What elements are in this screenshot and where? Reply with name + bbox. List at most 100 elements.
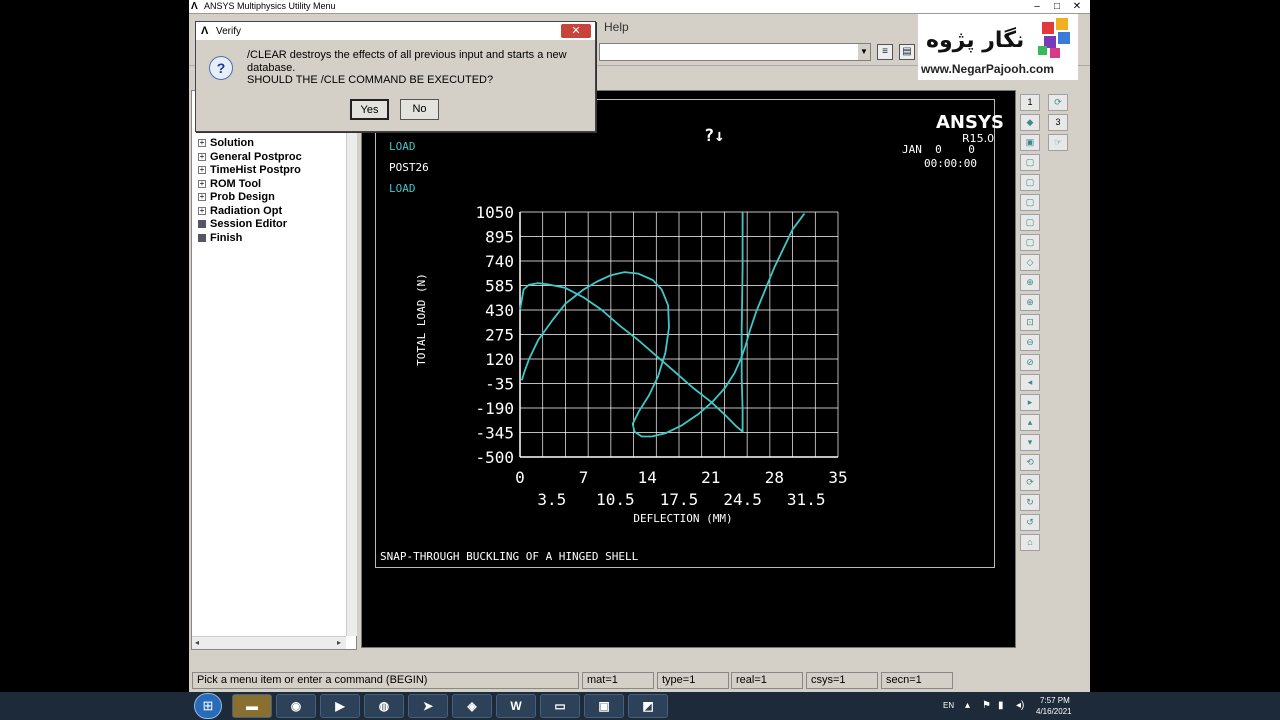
telegram-icon[interactable]: ➤ bbox=[408, 694, 448, 718]
pan-up-icon[interactable]: ▴ bbox=[1020, 414, 1040, 431]
word-icon[interactable]: W bbox=[496, 694, 536, 718]
watermark-brand: نگار پژوه bbox=[926, 28, 1025, 53]
tree-item-solution[interactable]: + Solution bbox=[198, 137, 302, 151]
graphics-window[interactable]: ANSYS R15.0 LOAD POST26 LOAD JAN 0 0 00:… bbox=[361, 90, 1016, 648]
view-left-icon[interactable]: ▢ bbox=[1020, 194, 1040, 211]
maximize-button[interactable]: □ bbox=[1047, 0, 1067, 13]
rotate-y-icon[interactable]: ⟳ bbox=[1020, 474, 1040, 491]
tree-item-label: Prob Design bbox=[210, 191, 275, 203]
start-button[interactable]: ⊞ bbox=[194, 693, 222, 719]
tree-item-label: Finish bbox=[210, 231, 243, 244]
scroll-left-icon[interactable]: ◂ bbox=[195, 638, 199, 647]
ansys-app-icon: Λ bbox=[201, 25, 209, 37]
ansys-app-icon: Λ bbox=[191, 1, 198, 12]
x-tick-label: 31.5 bbox=[787, 490, 826, 509]
x-tick-label: 28 bbox=[765, 468, 784, 487]
view-back-icon[interactable]: ▢ bbox=[1020, 234, 1040, 251]
tray-arrow-icon[interactable]: ▴ bbox=[965, 700, 970, 711]
tree-item-session-editor[interactable]: Session Editor bbox=[198, 218, 302, 232]
y-tick-label: -500 bbox=[475, 448, 514, 467]
dialog-message-line: SHOULD THE /CLE COMMAND BE EXECUTED? bbox=[247, 74, 494, 86]
plus-box-icon: + bbox=[198, 138, 206, 147]
close-button[interactable]: ✕ bbox=[1067, 0, 1087, 13]
status-mat: mat=1 bbox=[582, 672, 654, 689]
zoom-in-icon[interactable]: ⊕ bbox=[1020, 294, 1040, 311]
status-csys: csys=1 bbox=[806, 672, 878, 689]
y-tick-label: -190 bbox=[475, 399, 514, 418]
plus-box-icon: + bbox=[198, 151, 206, 161]
x-tick-label: 24.5 bbox=[723, 490, 762, 509]
dynamic-mode-icon[interactable]: ☞ bbox=[1048, 134, 1068, 151]
tree-item-radiation-opt[interactable]: + Radiation Opt bbox=[198, 205, 302, 219]
map-icon[interactable]: ◈ bbox=[452, 694, 492, 718]
dialog-message-line: database. bbox=[247, 61, 296, 74]
clock-time[interactable]: 7:57 PM bbox=[1040, 696, 1070, 705]
view-iso-icon[interactable]: ◆ bbox=[1020, 114, 1040, 131]
x-tick-label: 3.5 bbox=[537, 490, 566, 509]
media-icon[interactable]: ▶ bbox=[320, 694, 360, 718]
view-top-icon[interactable]: ▢ bbox=[1020, 154, 1040, 171]
x-tick-label: 35 bbox=[828, 468, 847, 487]
view-bottom-icon[interactable]: ▢ bbox=[1020, 174, 1040, 191]
no-button[interactable]: No bbox=[400, 99, 439, 120]
tree-item-label: ROM Tool bbox=[210, 177, 262, 190]
chrome-icon[interactable]: ◉ bbox=[276, 694, 316, 718]
status-secn: secn=1 bbox=[881, 672, 953, 689]
tool-icon[interactable]: ◩ bbox=[628, 694, 668, 718]
taskbar: ⊞ ▬ ◉ ▶ ◍ ➤ ◈ W ▭ ▣ ◩ EN ▴ ⚑ ▮ ◂) 7:57 P… bbox=[0, 692, 1280, 720]
zoom-rate-select[interactable]: 3 bbox=[1048, 114, 1068, 131]
y-tick-label: 120 bbox=[485, 350, 514, 369]
pan-left-icon[interactable]: ◂ bbox=[1020, 374, 1040, 391]
view-right-icon[interactable]: ▢ bbox=[1020, 214, 1040, 231]
volume-icon[interactable]: ◂) bbox=[1016, 700, 1024, 711]
pan-right-icon[interactable]: ▸ bbox=[1020, 394, 1040, 411]
view-oblique-icon[interactable]: ◇ bbox=[1020, 254, 1040, 271]
pan-down-icon[interactable]: ▾ bbox=[1020, 434, 1040, 451]
folder-icon[interactable]: ▬ bbox=[232, 694, 272, 718]
flag-icon[interactable]: ⚑ bbox=[982, 700, 991, 711]
scroll-right-icon[interactable]: ▸ bbox=[337, 638, 341, 647]
language-indicator[interactable]: EN bbox=[943, 701, 954, 710]
plus-box-icon: + bbox=[198, 192, 206, 201]
tree-item-general-postproc[interactable]: + General Postproc bbox=[198, 151, 302, 165]
pan-icon[interactable]: ⟳ bbox=[1048, 94, 1068, 111]
app-icon[interactable]: ◍ bbox=[364, 694, 404, 718]
command-input[interactable]: ▼ bbox=[599, 43, 871, 61]
x-tick-label: 10.5 bbox=[596, 490, 635, 509]
zoom-back-icon[interactable]: ⊘ bbox=[1020, 354, 1040, 371]
view-front-icon[interactable]: ▣ bbox=[1020, 134, 1040, 151]
window-icon[interactable]: ▣ bbox=[584, 694, 624, 718]
status-prompt: Pick a menu item or enter a command (BEG… bbox=[192, 672, 579, 689]
explorer-icon[interactable]: ▭ bbox=[540, 694, 580, 718]
tree-item-prob-design[interactable]: + Prob Design bbox=[198, 191, 302, 205]
y-tick-label: 585 bbox=[485, 277, 514, 296]
save-db-icon[interactable]: ≡ bbox=[877, 44, 893, 60]
yes-button[interactable]: Yes bbox=[350, 99, 389, 120]
fit-view-icon[interactable]: ⌂ bbox=[1020, 534, 1040, 551]
zoom-out-icon[interactable]: ⊖ bbox=[1020, 334, 1040, 351]
horizontal-scrollbar[interactable]: ◂ ▸ bbox=[192, 636, 346, 649]
tree-item-finish[interactable]: Finish bbox=[198, 232, 302, 246]
negarpajooh-watermark: نگار پژوه www.NegarPajooh.com bbox=[918, 14, 1078, 80]
zoom-fit-icon[interactable]: ⊕ bbox=[1020, 274, 1040, 291]
rotate-neg-icon[interactable]: ↺ bbox=[1020, 514, 1040, 531]
rotate-x-icon[interactable]: ⟲ bbox=[1020, 454, 1040, 471]
y-tick-label: 1050 bbox=[475, 203, 514, 222]
rotate-z-icon[interactable]: ↻ bbox=[1020, 494, 1040, 511]
tree-item-rom-tool[interactable]: + ROM Tool bbox=[198, 178, 302, 192]
zoom-box-icon[interactable]: ⊡ bbox=[1020, 314, 1040, 331]
resume-db-icon[interactable]: ▤ bbox=[899, 44, 915, 60]
minimize-button[interactable]: – bbox=[1027, 0, 1047, 13]
tree-item-label: General Postproc bbox=[210, 150, 302, 163]
tree-item-timehist-postpro[interactable]: + TimeHist Postpro bbox=[198, 164, 302, 178]
chevron-down-icon[interactable]: ▼ bbox=[858, 44, 870, 60]
window-number-select[interactable]: 1 bbox=[1020, 94, 1040, 111]
document-icon bbox=[198, 233, 206, 242]
title-bar: Λ ANSYS Multiphysics Utility Menu – □ ✕ bbox=[189, 0, 1090, 14]
vertical-scrollbar[interactable] bbox=[346, 91, 357, 636]
clock-date[interactable]: 4/16/2021 bbox=[1036, 707, 1072, 716]
network-icon[interactable]: ▮ bbox=[998, 700, 1004, 711]
dialog-close-button[interactable]: ✕ bbox=[561, 24, 591, 38]
menu-help[interactable]: Help bbox=[604, 20, 629, 34]
x-axis-label: DEFLECTION (MM) bbox=[633, 512, 732, 525]
